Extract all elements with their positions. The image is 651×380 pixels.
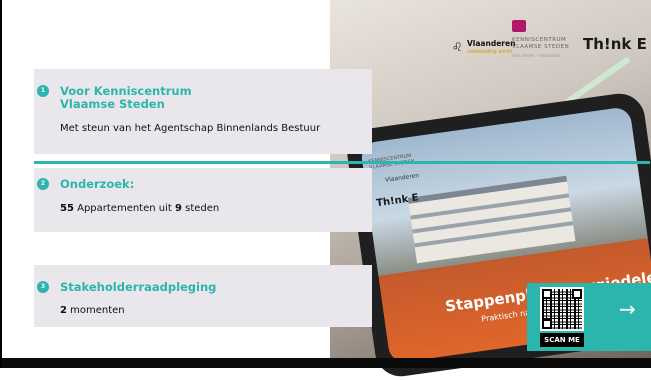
slide: KENNISCENTRUM VLAAMSE STEDEN Vlaanderen … (0, 0, 651, 380)
qr-finder-bottom-left (542, 319, 552, 329)
city-count: 9 (175, 203, 182, 214)
partner-logos: ♌ Vlaanderen verbeelding werkt KENNISCEN… (430, 18, 651, 58)
card2-text-a: Appartementen uit (73, 203, 175, 214)
kenniscentrum-tagline: drie steden · verbonden (512, 53, 561, 58)
apartment-count: 55 (60, 203, 74, 214)
qr-finder-top-left (542, 289, 552, 299)
tablet-vlaanderen-logo: Vlaanderen (384, 172, 420, 184)
lion-icon: ♌ (452, 40, 463, 54)
building-image (407, 175, 576, 264)
info-card-1 (34, 69, 372, 154)
kenniscentrum-logo-mark (512, 20, 526, 32)
accent-divider (34, 161, 650, 164)
moment-count: 2 (60, 305, 67, 316)
scan-me-label: SCAN ME (540, 333, 584, 347)
vlaanderen-tagline: verbeelding werkt (467, 49, 513, 55)
card1-title-line2: Vlaamse Steden (60, 97, 165, 111)
kenniscentrum-logo: KENNISCENTRUM VLAAMSE STEDEN (512, 37, 569, 51)
card3-title: Stakeholderraadpleging (60, 280, 217, 294)
card1-title: Voor Kenniscentrum Vlaamse Steden (60, 85, 192, 111)
arrow-right-icon[interactable]: → (619, 299, 636, 319)
qr-code-panel[interactable]: SCAN ME → (527, 283, 651, 351)
step-number-3: 3 (37, 281, 49, 293)
kc-line1: KENNISCENTRUM (512, 37, 567, 43)
info-card-3 (34, 265, 372, 327)
qr-finder-top-right (572, 289, 582, 299)
step-number-2: 2 (37, 178, 49, 190)
card2-title: Onderzoek: (60, 177, 135, 191)
step-number-1: 1 (37, 85, 49, 97)
qr-pattern (542, 289, 582, 329)
think-e-logo: Th!nk E (583, 35, 647, 53)
card3-text: 2 momenten (60, 305, 125, 317)
qr-code[interactable] (540, 287, 584, 331)
kc-line2: VLAAMSE STEDEN (512, 44, 570, 50)
card2-text-b: steden (181, 203, 220, 214)
card1-text: Met steun van het Agentschap Binnenlands… (60, 123, 321, 134)
left-border (0, 0, 2, 368)
bottom-bar (0, 358, 651, 368)
vlaanderen-logo: Vlaanderen (467, 39, 516, 48)
card3-text-a: momenten (66, 305, 125, 316)
card2-text: 55 Appartementen uit 9 steden (60, 203, 219, 215)
